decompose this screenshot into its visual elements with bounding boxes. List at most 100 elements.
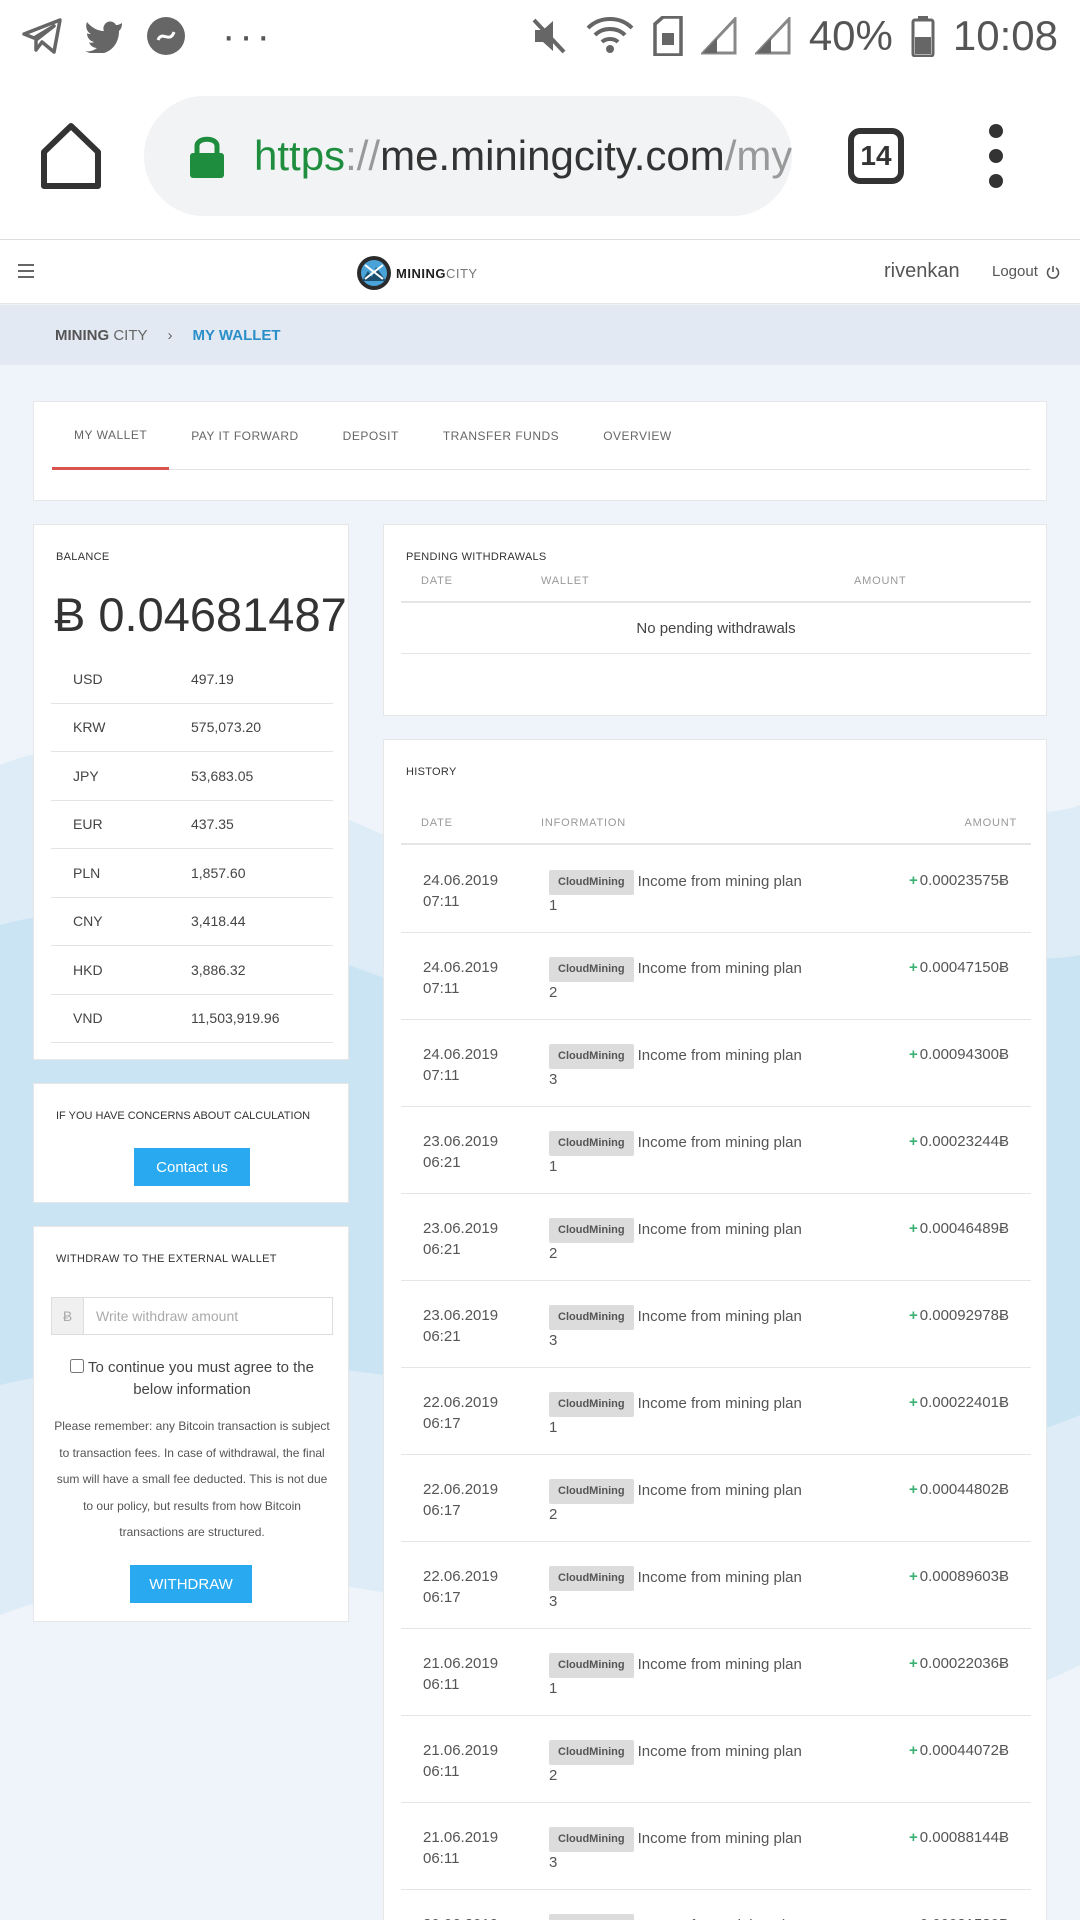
history-date: 23.06.2019 06:21: [423, 1305, 498, 1347]
column-date: DATE: [421, 575, 453, 587]
history-amount: +0.00023575Ƀ: [909, 870, 1009, 891]
lock-icon: [190, 136, 224, 178]
contact-us-button[interactable]: Contact us: [134, 1148, 250, 1186]
currency-code: PLN: [73, 864, 101, 881]
history-info: CloudMining Income from mining plan 3: [549, 1827, 819, 1873]
currency-table: USD 497.19 KRW 575,073.20 JPY 53,683.05 EUR…: [51, 655, 333, 1043]
history-amount-value: 0.00092978Ƀ: [919, 1307, 1009, 1324]
history-amount-value: 0.00088144Ƀ: [919, 1829, 1009, 1846]
history-amount: +0.00022401Ƀ: [909, 1392, 1009, 1413]
history-description: Income from mining plan: [637, 1134, 802, 1151]
history-date-day: 23.06.2019: [423, 1220, 499, 1237]
status-bar: ··· 40% 10:08: [0, 0, 1080, 72]
home-icon[interactable]: [40, 122, 102, 190]
history-description: Income from mining plan: [637, 1221, 802, 1238]
history-date-time: 06:21: [423, 1328, 461, 1345]
history-date-time: 06:11: [423, 1763, 460, 1780]
history-info: CloudMining Income from mining plan 3: [549, 1566, 819, 1612]
signal-icon: [754, 17, 791, 55]
plus-icon: +: [908, 1742, 918, 1759]
site-logo[interactable]: MININGCITY: [356, 255, 478, 291]
history-plan-number: 2: [549, 1506, 558, 1523]
withdraw-button[interactable]: WITHDRAW: [130, 1565, 252, 1603]
table-row: 24.06.2019 07:11 CloudMining Income from mi…: [401, 1020, 1031, 1107]
history-date-day: 24.06.2019: [423, 1046, 499, 1063]
history-plan-number: 3: [549, 1593, 558, 1610]
tab-overview[interactable]: OVERVIEW: [581, 402, 693, 470]
pending-table-header: DATE WALLET AMOUNT: [401, 555, 1031, 603]
plus-icon: +: [908, 959, 918, 976]
history-description: Income from mining plan: [637, 1395, 802, 1412]
pocket-app-icon: [147, 17, 185, 55]
address-bar[interactable]: https://me.miningcity.com/my: [144, 96, 792, 216]
table-row: 20.06.201906:09 CloudMiningIncome from mi…: [401, 1890, 1031, 1920]
history-info: CloudMiningIncome from mining plan 1: [549, 1131, 819, 1177]
history-description: Income from mining plan: [637, 1308, 802, 1325]
currency-value: 575,073.20: [191, 719, 262, 736]
agree-checkbox[interactable]: [70, 1359, 84, 1373]
history-amount-value: 0.00023244Ƀ: [919, 1133, 1009, 1150]
tabs-icon[interactable]: 14: [848, 128, 904, 184]
history-plan-number: 2: [549, 984, 558, 1001]
history-amount: +0.00022036Ƀ: [909, 1653, 1009, 1674]
history-description: Income from mining plan: [637, 1047, 802, 1064]
history-date-day: 22.06.2019: [423, 1394, 499, 1411]
history-date-day: 21.06.2019: [423, 1829, 499, 1846]
currency-code: EUR: [73, 816, 103, 833]
history-amount-value: 0.00022036Ƀ: [919, 1655, 1009, 1672]
category-badge: CloudMining: [549, 1305, 634, 1330]
history-plan-number: 1: [549, 1419, 558, 1436]
history-amount: +0.00094300Ƀ: [909, 1044, 1009, 1065]
overflow-menu-icon[interactable]: [976, 124, 1016, 188]
history-date: 23.06.2019 06:21: [423, 1218, 498, 1260]
withdraw-card: WITHDRAW TO THE EXTERNAL WALLET Ƀ To con…: [33, 1226, 349, 1622]
mining-city-logo-icon: [357, 256, 391, 290]
power-icon: [1046, 265, 1060, 279]
category-badge: CloudMining: [549, 1479, 634, 1504]
history-date-day: 24.06.2019: [423, 959, 499, 976]
site-header: MININGCITY rivenkan Logout: [0, 240, 1080, 304]
history-date: 22.06.2019 06:17: [423, 1566, 498, 1608]
logout-button[interactable]: Logout: [992, 263, 1060, 280]
currency-row: HKD 3,886.32: [51, 946, 333, 995]
history-date-time: 07:11: [423, 1067, 460, 1084]
logout-label: Logout: [992, 263, 1038, 280]
breadcrumb-home[interactable]: MINING CITY: [55, 327, 148, 344]
category-badge: CloudMining: [549, 1566, 634, 1591]
agree-label[interactable]: To continue you must agree to the below …: [56, 1357, 328, 1401]
table-row: 24.06.2019 07:11 CloudMining Income from mi…: [401, 846, 1031, 933]
history-date-time: 06:11: [423, 1850, 460, 1867]
battery-icon: [911, 16, 935, 57]
mute-icon: [532, 18, 566, 54]
plus-icon: +: [908, 1220, 918, 1237]
table-row: 24.06.2019 07:11 CloudMining Income from mi…: [401, 933, 1031, 1020]
tab-pay-it-forward[interactable]: PAY IT FORWARD: [169, 402, 320, 470]
tab-deposit[interactable]: DEPOSIT: [321, 402, 421, 470]
username[interactable]: rivenkan: [884, 260, 960, 283]
history-date: 24.06.2019 07:11: [423, 957, 498, 999]
history-date-time: 07:11: [423, 980, 460, 997]
history-date-day: 23.06.2019: [423, 1307, 499, 1324]
history-amount: +0.00021580Ƀ: [909, 1914, 1009, 1920]
history-plan-number: 2: [549, 1245, 558, 1262]
history-date-time: 06:21: [423, 1241, 461, 1258]
category-badge: CloudMining: [549, 1218, 634, 1243]
withdraw-amount-input[interactable]: [84, 1298, 332, 1334]
signal-icon: [700, 17, 737, 55]
category-badge: CloudMining: [549, 1653, 634, 1678]
history-description: Income from mining plan: [637, 1830, 802, 1847]
tab-transfer-funds[interactable]: TRANSFER FUNDS: [421, 402, 581, 470]
history-plan-number: 2: [549, 1767, 558, 1784]
history-amount: +0.00089603Ƀ: [909, 1566, 1009, 1587]
balance-amount: Ƀ 0.04681487: [54, 588, 347, 641]
history-amount-value: 0.00023575Ƀ: [919, 872, 1009, 889]
currency-code: VND: [73, 1010, 103, 1027]
currency-row: VND 11,503,919.96: [51, 995, 333, 1043]
pending-withdrawals-card: PENDING WITHDRAWALS DATE WALLET AMOUNT N…: [383, 524, 1047, 716]
twitter-icon: [85, 21, 122, 53]
currency-value: 1,857.60: [191, 864, 246, 881]
history-date-day: 22.06.2019: [423, 1568, 499, 1585]
hamburger-icon[interactable]: [18, 264, 34, 278]
tab-my-wallet[interactable]: MY WALLET: [52, 402, 170, 470]
column-amount: AMOUNT: [964, 817, 1017, 829]
